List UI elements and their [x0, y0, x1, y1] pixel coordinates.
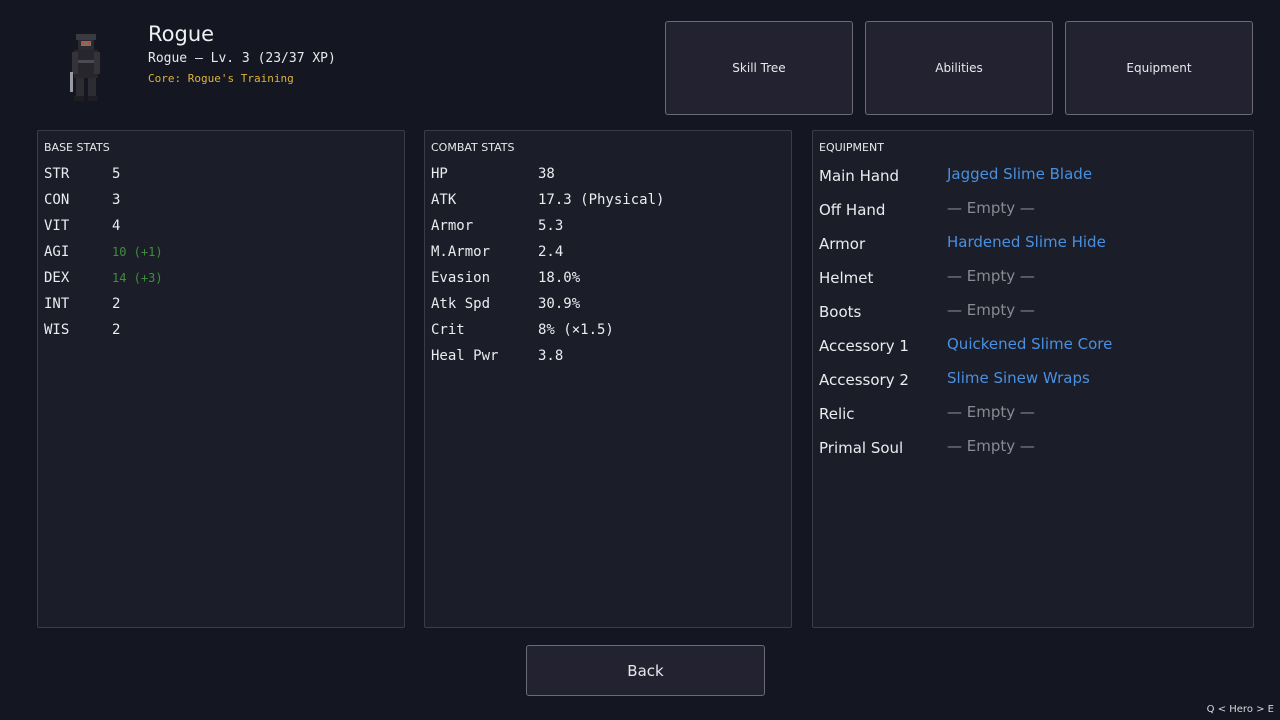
stat-label: CON — [44, 192, 70, 208]
combat-label: Armor — [431, 218, 474, 234]
hero-name: Rogue — [148, 22, 215, 46]
base-stats-title: BASE STATS — [44, 141, 110, 154]
stat-value-bonus: 14 (+3) — [112, 271, 163, 285]
combat-value: 8% (×1.5) — [538, 322, 614, 338]
slot-label: Helmet — [819, 269, 874, 287]
hero-portrait — [60, 30, 112, 106]
combat-value: 17.3 (Physical) — [538, 192, 665, 208]
empty-slot[interactable]: — Empty — — [947, 437, 1035, 455]
slot-label: Primal Soul — [819, 439, 904, 457]
combat-label: ATK — [431, 192, 457, 208]
back-button[interactable]: Back — [526, 645, 765, 696]
base-stats-panel: BASE STATS STR 5 CON 3 VIT 4 AGI 10 (+1)… — [37, 130, 405, 628]
stat-value-bonus: 10 (+1) — [112, 245, 163, 259]
combat-stats-panel: COMBAT STATS HP 38 ATK 17.3 (Physical) A… — [424, 130, 792, 628]
slot-label: Armor — [819, 235, 866, 253]
slot-label: Boots — [819, 303, 862, 321]
combat-value: 2.4 — [538, 244, 564, 260]
equipment-button[interactable]: Equipment — [1065, 21, 1253, 115]
combat-value: 30.9% — [538, 296, 581, 312]
equipped-item[interactable]: Slime Sinew Wraps — [947, 369, 1090, 387]
stat-label: STR — [44, 166, 70, 182]
stat-label: WIS — [44, 322, 70, 338]
stat-label: INT — [44, 296, 70, 312]
equipment-panel: EQUIPMENT Main Hand Jagged Slime Blade O… — [812, 130, 1254, 628]
slot-label: Main Hand — [819, 167, 900, 185]
stat-value: 5 — [112, 166, 121, 182]
abilities-button[interactable]: Abilities — [865, 21, 1053, 115]
hero-level: Rogue — Lv. 3 (23/37 XP) — [148, 51, 336, 66]
skill-tree-button[interactable]: Skill Tree — [665, 21, 853, 115]
combat-label: HP — [431, 166, 448, 182]
empty-slot[interactable]: — Empty — — [947, 199, 1035, 217]
empty-slot[interactable]: — Empty — — [947, 267, 1035, 285]
slot-label: Relic — [819, 405, 855, 423]
combat-label: Crit — [431, 322, 465, 338]
equipped-item[interactable]: Quickened Slime Core — [947, 335, 1112, 353]
combat-label: Heal Pwr — [431, 348, 499, 364]
equipped-item[interactable]: Jagged Slime Blade — [947, 165, 1092, 183]
hero-core: Core: Rogue's Training — [148, 72, 294, 85]
combat-label: M.Armor — [431, 244, 491, 260]
stat-label: DEX — [44, 270, 70, 286]
slot-label: Accessory 2 — [819, 371, 909, 389]
combat-label: Atk Spd — [431, 296, 491, 312]
slot-label: Accessory 1 — [819, 337, 909, 355]
combat-label: Evasion — [431, 270, 491, 286]
stat-label: VIT — [44, 218, 70, 234]
combat-value: 38 — [538, 166, 555, 182]
empty-slot[interactable]: — Empty — — [947, 403, 1035, 421]
slot-label: Off Hand — [819, 201, 886, 219]
combat-value: 5.3 — [538, 218, 564, 234]
stat-label: AGI — [44, 244, 70, 260]
stat-value: 4 — [112, 218, 121, 234]
stat-value: 3 — [112, 192, 121, 208]
equipment-title: EQUIPMENT — [819, 141, 884, 154]
equipped-item[interactable]: Hardened Slime Hide — [947, 233, 1106, 251]
combat-value: 3.8 — [538, 348, 564, 364]
stat-value: 2 — [112, 296, 121, 312]
stat-value: 2 — [112, 322, 121, 338]
combat-value: 18.0% — [538, 270, 581, 286]
empty-slot[interactable]: — Empty — — [947, 301, 1035, 319]
hero-switch-hint: Q < Hero > E — [1206, 704, 1274, 715]
combat-stats-title: COMBAT STATS — [431, 141, 515, 154]
